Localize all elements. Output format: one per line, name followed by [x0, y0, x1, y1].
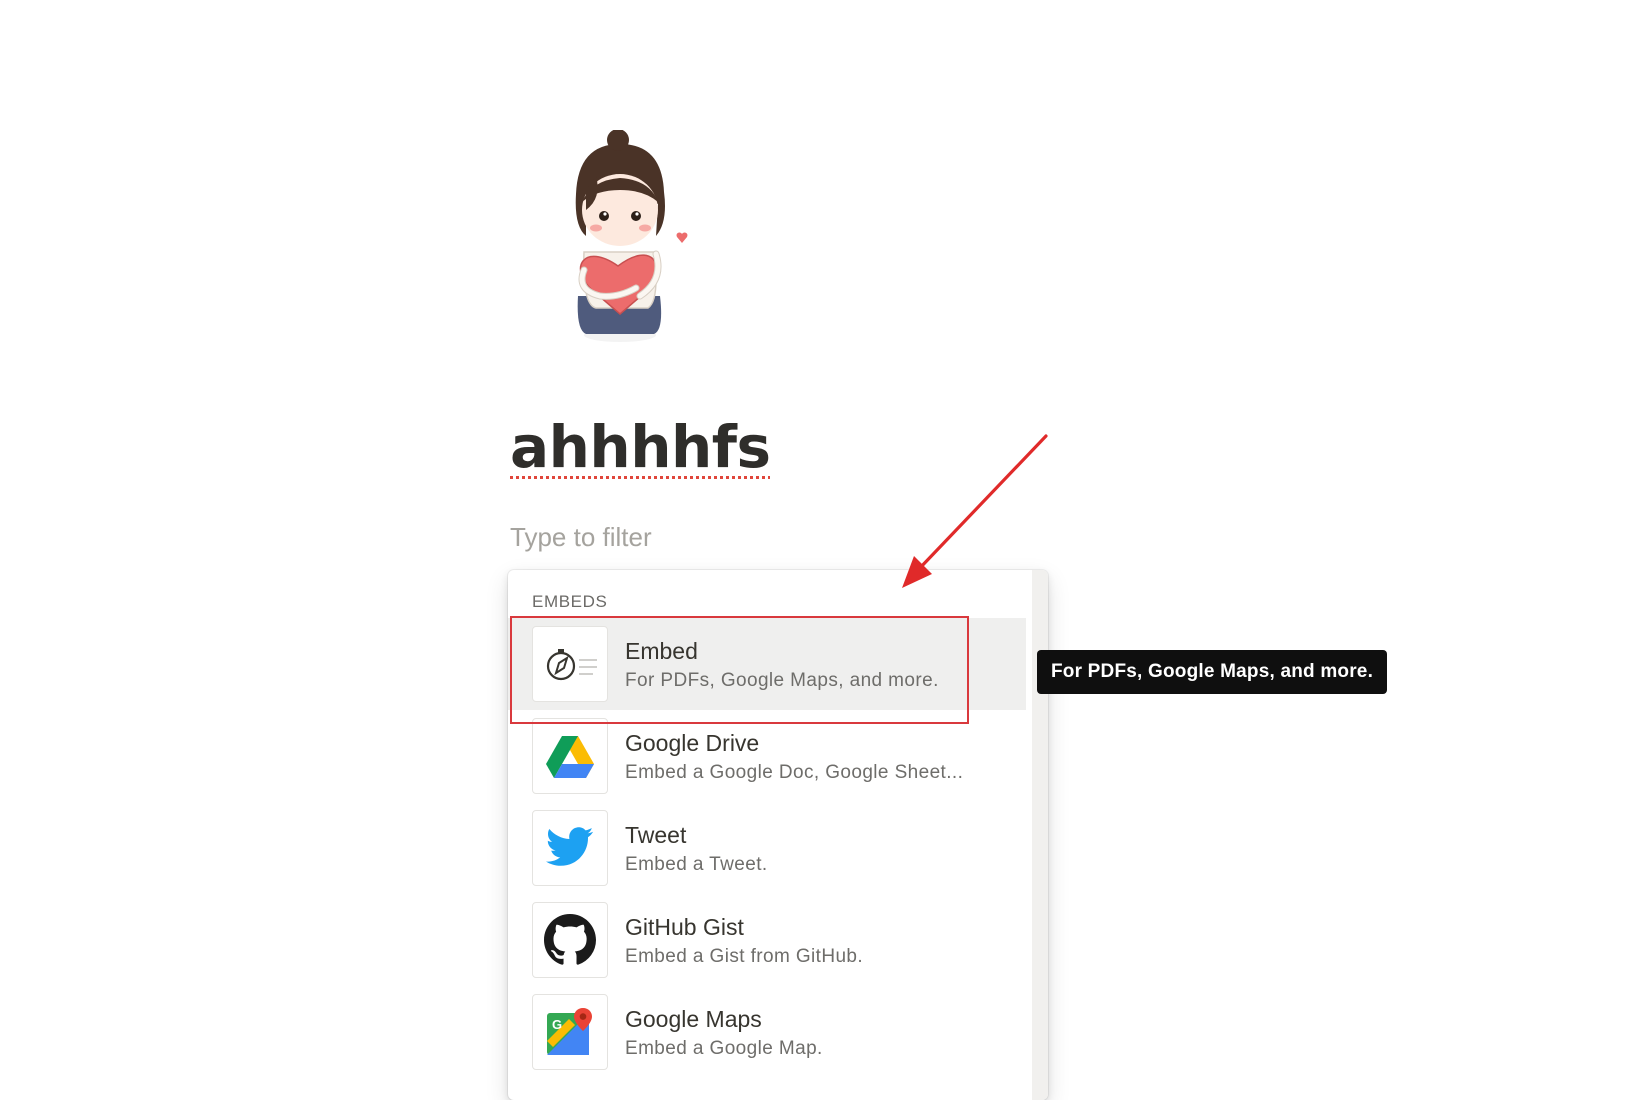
twitter-bird-icon: [546, 827, 594, 866]
github-icon: [544, 914, 596, 965]
menu-item-title: Tweet: [625, 822, 687, 848]
menu-item-description: Embed a Gist from GitHub.: [625, 946, 864, 967]
menu-item-description: Embed a Google Map.: [625, 1038, 823, 1059]
menu-item-description: Embed a Google Doc, Google Sheet...: [625, 762, 964, 783]
block-menu: EMBEDS Embed For PDFs, Google Maps, and …: [508, 570, 1048, 1100]
menu-item-title: Embed: [625, 638, 698, 664]
page-title[interactable]: ahhhhfs: [510, 418, 771, 476]
compass-icon: [546, 649, 597, 681]
menu-item-description: Embed a Tweet.: [625, 854, 768, 875]
item-thumbnail: G: [532, 994, 608, 1070]
item-thumbnail: [532, 810, 608, 886]
menu-item-description: For PDFs, Google Maps, and more.: [625, 670, 939, 691]
google-drive-icon: [546, 736, 594, 778]
item-thumbnail: [532, 718, 608, 794]
menu-item-title: GitHub Gist: [625, 914, 744, 940]
item-thumbnail: [532, 902, 608, 978]
tooltip: For PDFs, Google Maps, and more.: [1037, 650, 1388, 694]
svg-text:G: G: [552, 1017, 562, 1032]
menu-item-google-drive[interactable]: Google Drive Embed a Google Doc, Google …: [508, 710, 1026, 802]
girl-holding-heart-icon: [575, 129, 688, 342]
menu-item-github-gist[interactable]: GitHub Gist Embed a Gist from GitHub.: [508, 894, 1026, 986]
menu-item-google-maps[interactable]: G Google Maps Embed a Google Map.: [508, 986, 1026, 1078]
menu-item-tweet[interactable]: Tweet Embed a Tweet.: [508, 802, 1026, 894]
menu-item-title: Google Drive: [625, 730, 760, 756]
filter-input[interactable]: [510, 522, 930, 553]
google-maps-icon: G: [547, 1008, 592, 1055]
menu-item-title: Google Maps: [625, 1006, 762, 1032]
page-icon-illustration[interactable]: [556, 129, 716, 345]
section-label-embeds: EMBEDS: [532, 592, 608, 611]
menu-item-embed[interactable]: Embed For PDFs, Google Maps, and more.: [508, 618, 1026, 710]
item-thumbnail: [532, 626, 608, 702]
